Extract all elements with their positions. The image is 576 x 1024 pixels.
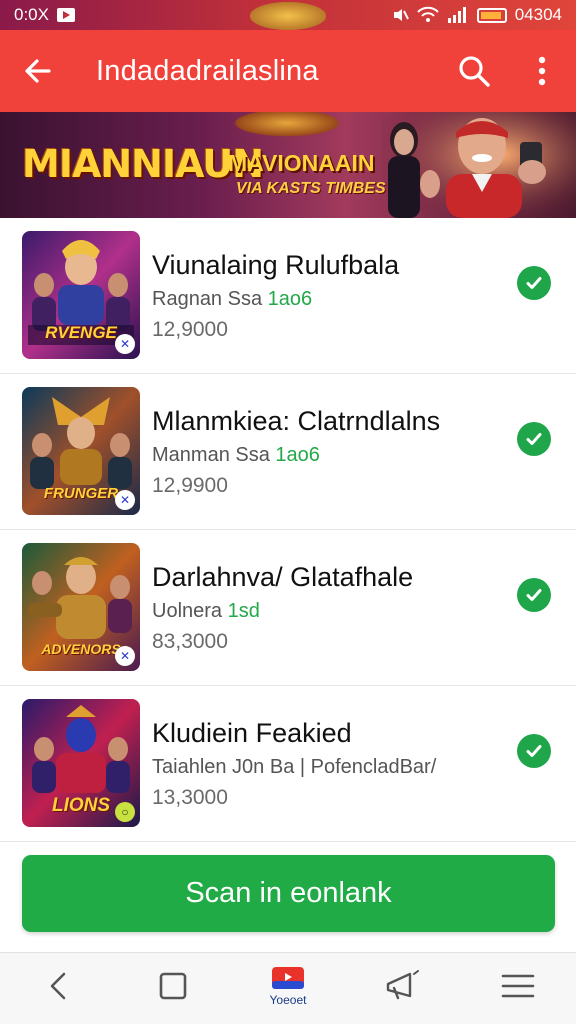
game-badge-icon: ○ xyxy=(115,802,135,822)
game-subtitle: Manman Ssa 1ao6 xyxy=(152,444,320,467)
game-developer: Manman Ssa xyxy=(152,444,270,466)
search-icon xyxy=(459,56,490,87)
back-button[interactable] xyxy=(0,30,76,112)
banner-title: MIANNIAUN xyxy=(22,142,264,186)
signal-icon xyxy=(447,7,466,23)
wifi-icon xyxy=(417,6,439,22)
status-left: 0:0X xyxy=(14,5,75,25)
game-developer: Taiahlen J0n Ba | PofencladBar/ xyxy=(152,756,437,778)
game-thumbnail: ADVENORS ✕ xyxy=(22,543,140,671)
game-title: Mlanmkiea: Clatrndlalns xyxy=(152,406,441,436)
chevron-left-icon xyxy=(50,972,65,1000)
more-button[interactable] xyxy=(508,30,576,112)
nav-share[interactable] xyxy=(346,953,461,1019)
game-count: 12,9900 xyxy=(152,474,228,497)
nav-menu[interactable] xyxy=(461,953,576,1019)
game-subtitle: Uolnera 1sd xyxy=(152,600,260,623)
nav-store-label: Yoeoet xyxy=(269,993,307,1007)
status-bar: 0:0X 04304 xyxy=(0,0,576,30)
hamburger-icon xyxy=(502,974,535,998)
list-item[interactable]: ADVENORS ✕ Darlahnva/ Glatafhale Uolnera… xyxy=(0,530,576,686)
check-circle-icon xyxy=(517,578,551,612)
banner-characters-image xyxy=(382,112,576,218)
page-title: Indadadrailaslina xyxy=(96,54,319,87)
game-title: Darlahnva/ Glatafhale xyxy=(152,562,414,592)
check-circle-icon xyxy=(517,266,551,300)
game-count: 13,3000 xyxy=(152,786,228,809)
game-list: RVENGE ✕ Viunalaing Rulufbala Ragnan Ssa… xyxy=(0,218,576,842)
game-tag: 1ao6 xyxy=(267,288,313,310)
banner-crest xyxy=(228,112,346,138)
list-item[interactable]: RVENGE ✕ Viunalaing Rulufbala Ragnan Ssa… xyxy=(0,218,576,374)
game-subtitle: Ragnan Ssa 1ao6 xyxy=(152,288,312,311)
game-badge-icon: ✕ xyxy=(115,490,135,510)
game-badge-icon: ✕ xyxy=(115,646,135,666)
promo-banner[interactable]: MIANNIAUN MAVIONAAIN VIA KASTS TIMBES xyxy=(0,112,576,218)
list-item[interactable]: FRUNGER ✕ Mlanmkiea: Clatrndlalns Manman… xyxy=(0,374,576,530)
scan-button[interactable]: Scan in eonlank xyxy=(22,855,555,932)
check-circle-icon xyxy=(517,422,551,456)
game-tag: 1sd xyxy=(227,600,260,622)
square-icon xyxy=(159,972,187,1000)
banner-tagline: VIA KASTS TIMBES xyxy=(236,180,386,197)
game-title: Kludiein Feakied xyxy=(152,718,352,748)
game-title: Viunalaing Rulufbala xyxy=(152,250,400,280)
game-count: 12,9000 xyxy=(152,318,228,341)
status-right: 04304 xyxy=(391,5,562,25)
banner-subtitle: MAVIONAAIN xyxy=(228,150,375,176)
header-emblem xyxy=(250,2,326,30)
game-developer: Uolnera xyxy=(152,600,223,622)
nav-home[interactable] xyxy=(115,953,230,1019)
game-count: 83,3000 xyxy=(152,630,228,653)
game-subtitle: Taiahlen J0n Ba | PofencladBar/ xyxy=(152,756,436,779)
list-item[interactable]: LIONS ○ Kludiein Feakied Taiahlen J0n Ba… xyxy=(0,686,576,842)
arrow-left-icon xyxy=(25,59,51,83)
game-badge-icon: ✕ xyxy=(115,334,135,354)
game-tag: 1ao6 xyxy=(275,444,320,466)
mute-icon xyxy=(393,9,409,21)
status-time: 0:0X xyxy=(14,5,49,24)
megaphone-icon xyxy=(387,970,420,1000)
notification-icon xyxy=(56,8,75,22)
game-developer: Ragnan Ssa xyxy=(152,288,263,310)
status-right-text: 04304 xyxy=(514,5,562,24)
battery-icon xyxy=(476,7,507,23)
check-circle-icon xyxy=(517,734,551,768)
game-thumbnail: RVENGE ✕ xyxy=(22,231,140,359)
bottom-nav: Yoeoet xyxy=(0,952,576,1024)
search-button[interactable] xyxy=(440,30,508,112)
nav-back[interactable] xyxy=(0,953,115,1019)
store-icon xyxy=(272,967,304,989)
game-thumbnail: LIONS ○ xyxy=(22,699,140,827)
more-vertical-icon xyxy=(538,56,546,86)
game-thumbnail: FRUNGER ✕ xyxy=(22,387,140,515)
app-bar: Indadadrailaslina xyxy=(0,30,576,112)
nav-store[interactable]: Yoeoet xyxy=(230,953,345,1019)
